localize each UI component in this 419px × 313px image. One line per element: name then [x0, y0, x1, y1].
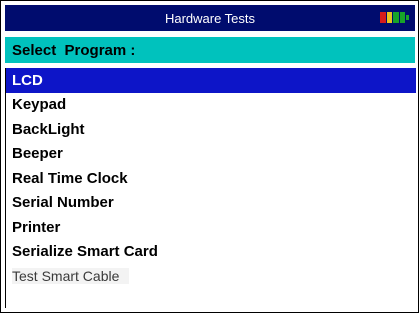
menu-item-serialize-smart-card[interactable]: Serialize Smart Card [6, 240, 416, 265]
menu-item-serial-number[interactable]: Serial Number [6, 191, 416, 216]
window-title: Hardware Tests [164, 10, 256, 26]
title-bar: Hardware Tests [5, 5, 415, 31]
menu-item-label: Printer [12, 218, 61, 236]
battery-segment [399, 12, 405, 23]
menu-item-label: LCD [12, 71, 43, 89]
menu-item-label: Test Smart Cable [12, 268, 130, 285]
menu-item-beeper[interactable]: Beeper [6, 142, 416, 167]
menu-item-label: Serialize Smart Card [12, 243, 158, 261]
menu-item-printer[interactable]: Printer [6, 215, 416, 240]
menu-item-label: Real Time Clock [12, 169, 128, 187]
menu-item-label: Serial Number [12, 194, 114, 212]
program-list: LCD Keypad BackLight Beeper Real Time Cl… [5, 68, 416, 308]
battery-segment [386, 12, 392, 23]
menu-item-lcd[interactable]: LCD [6, 68, 416, 93]
battery-segment [380, 12, 386, 23]
app-window: Hardware Tests Select Program : LCD Keyp… [0, 0, 419, 313]
header-label: Select Program : [12, 41, 136, 59]
menu-item-backlight[interactable]: BackLight [6, 117, 416, 142]
menu-item-real-time-clock[interactable]: Real Time Clock [6, 166, 416, 191]
menu-item-label: Keypad [12, 96, 67, 114]
menu-item-test-smart-cable: Test Smart Cable [6, 264, 416, 289]
menu-item-keypad[interactable]: Keypad [6, 93, 416, 118]
menu-item-label: BackLight [12, 120, 85, 138]
battery-segment [393, 12, 399, 23]
select-program-header: Select Program : [5, 37, 415, 63]
battery-tip [406, 15, 409, 20]
menu-item-label: Beeper [12, 145, 63, 163]
battery-icon [380, 12, 409, 23]
